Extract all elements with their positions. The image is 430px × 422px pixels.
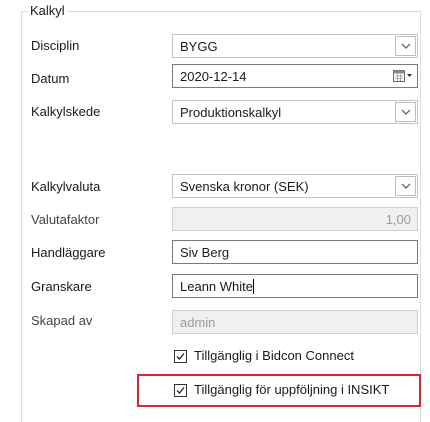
kalkylvaluta-value: Svenska kronor (SEK) [180, 179, 309, 194]
granskare-value: Leann White [180, 279, 253, 294]
chevron-down-icon [401, 183, 411, 189]
kalkylvaluta-dropdown-button[interactable] [395, 176, 416, 196]
skapad-av-label: Skapad av [31, 313, 93, 328]
bidcon-checkbox-label[interactable]: Tillgänglig i Bidcon Connect [194, 348, 354, 363]
text-cursor [253, 279, 254, 294]
datum-value: 2020-12-14 [180, 69, 247, 84]
checkmark-icon [176, 353, 185, 360]
handlaggare-input[interactable]: Siv Berg [172, 240, 418, 264]
chevron-down-icon [401, 43, 411, 49]
group-title: Kalkyl [28, 3, 67, 18]
datum-datepicker[interactable]: 2020-12-14 [172, 64, 418, 88]
kalkylskede-dropdown-button[interactable] [395, 102, 416, 122]
skapad-av-value: admin [180, 315, 216, 330]
datum-label: Datum [31, 71, 70, 86]
kalkylvaluta-label: Kalkylvaluta [31, 179, 101, 194]
handlaggare-value: Siv Berg [180, 245, 230, 260]
checkmark-icon [176, 387, 185, 394]
insikt-checkbox-label[interactable]: Tillgänglig för uppföljning i INSIKT [194, 382, 389, 397]
kalkylskede-select[interactable]: Produktionskalkyl [172, 100, 418, 124]
bidcon-checkbox[interactable] [174, 350, 187, 363]
kalkylvaluta-select[interactable]: Svenska kronor (SEK) [172, 174, 418, 198]
calendar-icon[interactable] [393, 69, 413, 86]
disciplin-dropdown-button[interactable] [395, 36, 416, 56]
skapad-av-field: admin [172, 310, 418, 334]
disciplin-label: Disciplin [31, 38, 80, 53]
kalkylskede-value: Produktionskalkyl [180, 105, 282, 120]
kalkylskede-label: Kalkylskede [31, 104, 101, 119]
granskare-input[interactable]: Leann White [172, 274, 418, 298]
chevron-down-icon [401, 109, 411, 115]
handlaggare-label: Handläggare [31, 245, 106, 260]
granskare-label: Granskare [31, 279, 92, 294]
disciplin-select[interactable]: BYGG [172, 34, 418, 58]
valutafaktor-value: 1,00 [385, 212, 411, 227]
valutafaktor-label: Valutafaktor [31, 212, 100, 227]
insikt-checkbox[interactable] [174, 384, 187, 397]
valutafaktor-field: 1,00 [172, 207, 418, 231]
disciplin-value: BYGG [180, 39, 218, 54]
